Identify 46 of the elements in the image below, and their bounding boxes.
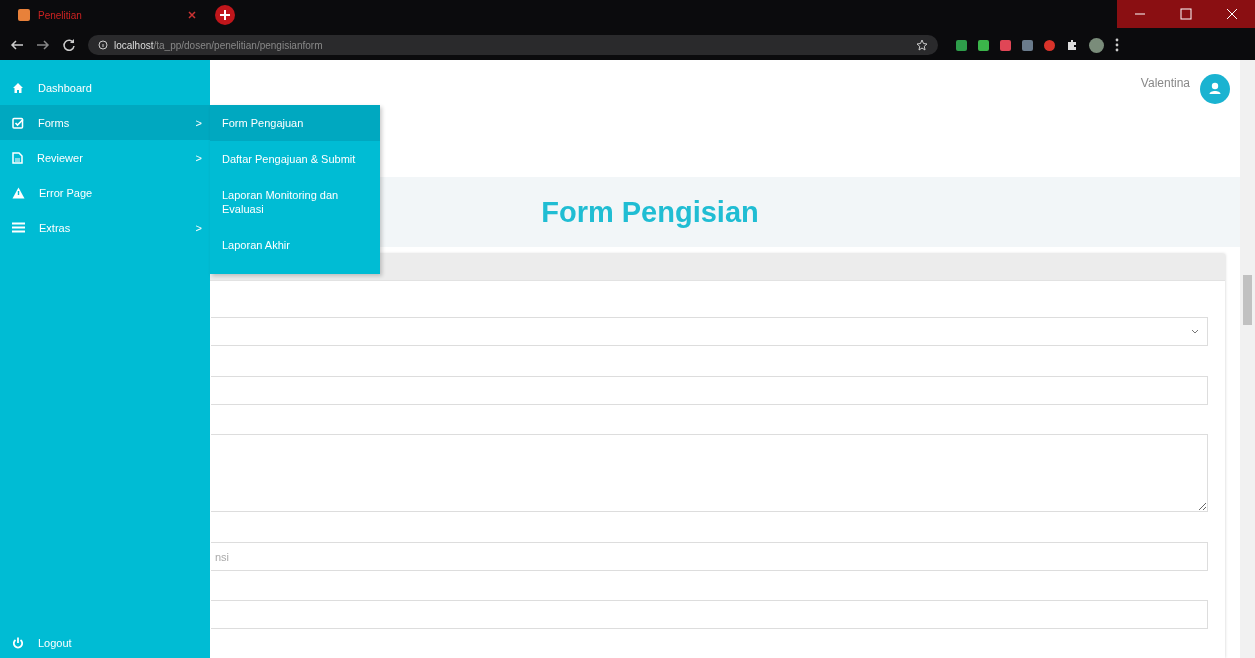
sidebar-item[interactable]: Error Page <box>0 175 210 210</box>
extension-icon[interactable] <box>1000 39 1011 51</box>
puzzle-icon[interactable] <box>1066 39 1078 51</box>
browser-tab[interactable]: Penelitian <box>12 2 204 28</box>
user-avatar-icon[interactable] <box>1200 74 1230 104</box>
input-field[interactable] <box>211 376 1208 405</box>
profile-avatar-icon[interactable] <box>1089 37 1104 53</box>
back-icon[interactable] <box>10 38 24 52</box>
page-title: Form Pengisian <box>541 195 759 229</box>
sidebar-item[interactable]: Forms > <box>0 105 210 140</box>
new-tab-icon[interactable] <box>214 4 236 26</box>
list-icon <box>12 222 25 233</box>
star-icon[interactable] <box>916 39 928 51</box>
select-field[interactable] <box>211 317 1208 346</box>
reload-icon[interactable] <box>62 38 76 52</box>
submenu-item[interactable]: Laporan Monitoring dan Evaluasi <box>210 177 380 227</box>
sidebar-item[interactable]: Dashboard <box>0 70 210 105</box>
checkbox-icon <box>12 116 24 129</box>
submenu-item[interactable]: Laporan Akhir <box>210 227 380 274</box>
caret-icon: > <box>195 221 202 234</box>
textarea-field[interactable] <box>211 434 1208 512</box>
address-bar[interactable]: localhost/ta_pp/dosen/penelitian/pengisianform <box>88 35 938 55</box>
favicon-icon <box>18 9 30 21</box>
caret-icon: > <box>195 151 202 164</box>
extension-icon[interactable] <box>1044 39 1055 51</box>
extension-icon[interactable] <box>956 39 967 51</box>
submenu-item[interactable]: Form Pengajuan <box>210 105 380 141</box>
info-icon <box>98 40 108 50</box>
user-name[interactable]: Valentina <box>1140 76 1190 90</box>
document-icon <box>12 151 23 164</box>
warning-icon <box>12 186 25 199</box>
logout-item[interactable]: Logout <box>0 628 210 658</box>
submenu-item[interactable]: Daftar Pengajuan & Submit <box>210 141 380 177</box>
sidebar-item[interactable]: Reviewer > <box>0 140 210 175</box>
scrollbar[interactable] <box>1240 60 1255 658</box>
extension-icon[interactable] <box>1022 39 1033 51</box>
caret-icon: > <box>195 116 202 129</box>
chevron-down-icon <box>1191 329 1199 334</box>
forward-icon[interactable] <box>36 38 50 52</box>
more-icon[interactable] <box>1115 38 1119 52</box>
sidebar-item[interactable]: Extras > <box>0 210 210 245</box>
power-icon <box>12 637 24 649</box>
home-icon <box>12 81 24 94</box>
input-field[interactable] <box>211 600 1208 629</box>
close-icon[interactable] <box>188 11 196 19</box>
input-field[interactable]: nsi <box>211 542 1208 571</box>
